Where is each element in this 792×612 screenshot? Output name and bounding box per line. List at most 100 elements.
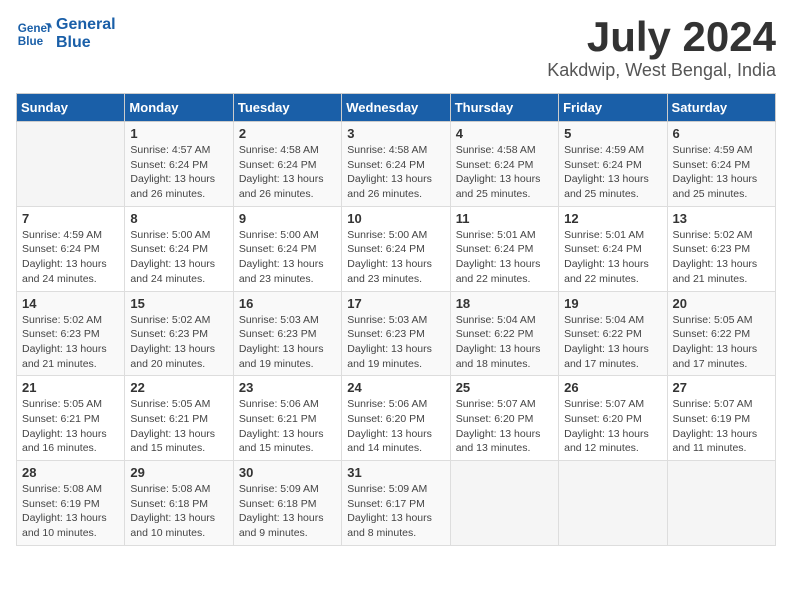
logo: General Blue General Blue (16, 16, 116, 52)
day-info: Sunrise: 5:02 AM Sunset: 6:23 PM Dayligh… (22, 313, 119, 372)
weekday-header-thursday: Thursday (450, 94, 558, 122)
day-info: Sunrise: 5:06 AM Sunset: 6:21 PM Dayligh… (239, 397, 336, 456)
day-info: Sunrise: 5:00 AM Sunset: 6:24 PM Dayligh… (239, 228, 336, 287)
calendar-cell: 9Sunrise: 5:00 AM Sunset: 6:24 PM Daylig… (233, 206, 341, 291)
day-info: Sunrise: 4:58 AM Sunset: 6:24 PM Dayligh… (347, 143, 444, 202)
day-number: 26 (564, 380, 661, 395)
day-number: 27 (673, 380, 770, 395)
calendar-cell: 4 Sunrise: 4:58 AM Sunset: 6:24 PM Daylig… (450, 122, 558, 207)
page-header: General Blue General Blue July 2024 Kakd… (16, 16, 776, 81)
calendar-cell: 17 Sunrise: 5:03 AM Sunset: 6:23 PM Dayli… (342, 291, 450, 376)
calendar-cell: 21Sunrise: 5:05 AM Sunset: 6:21 PM Dayli… (17, 376, 125, 461)
day-info: Sunrise: 5:09 AM Sunset: 6:17 PM Dayligh… (347, 482, 444, 541)
calendar-cell (667, 461, 775, 546)
day-number: 10 (347, 211, 444, 226)
weekday-header-wednesday: Wednesday (342, 94, 450, 122)
calendar-cell: 30Sunrise: 5:09 AM Sunset: 6:18 PM Dayli… (233, 461, 341, 546)
calendar-cell: 22 Sunrise: 5:05 AM Sunset: 6:21 PM Dayli… (125, 376, 233, 461)
day-number: 23 (239, 380, 336, 395)
weekday-header-sunday: Sunday (17, 94, 125, 122)
calendar-cell: 14 Sunrise: 5:02 AM Sunset: 6:23 PM Dayli… (17, 291, 125, 376)
weekday-header-friday: Friday (559, 94, 667, 122)
calendar-cell: 5 Sunrise: 4:59 AM Sunset: 6:24 PM Daylig… (559, 122, 667, 207)
day-info: Sunrise: 4:57 AM Sunset: 6:24 PM Dayligh… (130, 143, 227, 202)
day-info: Sunrise: 5:00 AM Sunset: 6:24 PM Dayligh… (130, 228, 227, 287)
day-info: Sunrise: 5:06 AM Sunset: 6:20 PM Dayligh… (347, 397, 444, 456)
title-block: July 2024 Kakdwip, West Bengal, India (547, 16, 776, 81)
day-number: 31 (347, 465, 444, 480)
day-info: Sunrise: 5:01 AM Sunset: 6:24 PM Dayligh… (456, 228, 553, 287)
day-number: 14 (22, 296, 119, 311)
calendar-cell: 20 Sunrise: 5:05 AM Sunset: 6:22 PM Dayli… (667, 291, 775, 376)
calendar-cell: 1Sunrise: 4:57 AM Sunset: 6:24 PM Daylig… (125, 122, 233, 207)
weekday-header-monday: Monday (125, 94, 233, 122)
calendar-cell: 27Sunrise: 5:07 AM Sunset: 6:19 PM Dayli… (667, 376, 775, 461)
weekday-header-row: SundayMondayTuesdayWednesdayThursdayFrid… (17, 94, 776, 122)
day-number: 18 (456, 296, 553, 311)
day-number: 5 (564, 126, 661, 141)
day-number: 8 (130, 211, 227, 226)
calendar-week-row: 7 Sunrise: 4:59 AM Sunset: 6:24 PM Daylig… (17, 206, 776, 291)
day-number: 15 (130, 296, 227, 311)
logo-blue: Blue (56, 34, 116, 52)
day-info: Sunrise: 4:59 AM Sunset: 6:24 PM Dayligh… (564, 143, 661, 202)
calendar-cell (450, 461, 558, 546)
day-number: 17 (347, 296, 444, 311)
calendar-cell: 29 Sunrise: 5:08 AM Sunset: 6:18 PM Dayli… (125, 461, 233, 546)
day-number: 25 (456, 380, 553, 395)
calendar-cell: 24 Sunrise: 5:06 AM Sunset: 6:20 PM Dayli… (342, 376, 450, 461)
calendar-cell: 15 Sunrise: 5:02 AM Sunset: 6:23 PM Dayli… (125, 291, 233, 376)
day-info: Sunrise: 5:02 AM Sunset: 6:23 PM Dayligh… (130, 313, 227, 372)
day-number: 7 (22, 211, 119, 226)
day-number: 24 (347, 380, 444, 395)
day-info: Sunrise: 5:05 AM Sunset: 6:21 PM Dayligh… (22, 397, 119, 456)
day-info: Sunrise: 5:01 AM Sunset: 6:24 PM Dayligh… (564, 228, 661, 287)
day-number: 6 (673, 126, 770, 141)
day-info: Sunrise: 5:09 AM Sunset: 6:18 PM Dayligh… (239, 482, 336, 541)
calendar-week-row: 14 Sunrise: 5:02 AM Sunset: 6:23 PM Dayli… (17, 291, 776, 376)
calendar-cell: 7 Sunrise: 4:59 AM Sunset: 6:24 PM Daylig… (17, 206, 125, 291)
calendar-cell: 6Sunrise: 4:59 AM Sunset: 6:24 PM Daylig… (667, 122, 775, 207)
day-info: Sunrise: 5:08 AM Sunset: 6:18 PM Dayligh… (130, 482, 227, 541)
day-number: 28 (22, 465, 119, 480)
day-info: Sunrise: 5:07 AM Sunset: 6:20 PM Dayligh… (564, 397, 661, 456)
day-number: 3 (347, 126, 444, 141)
day-info: Sunrise: 5:00 AM Sunset: 6:24 PM Dayligh… (347, 228, 444, 287)
day-number: 29 (130, 465, 227, 480)
calendar-cell: 10 Sunrise: 5:00 AM Sunset: 6:24 PM Dayli… (342, 206, 450, 291)
day-number: 11 (456, 211, 553, 226)
day-info: Sunrise: 5:03 AM Sunset: 6:23 PM Dayligh… (347, 313, 444, 372)
calendar-week-row: 1Sunrise: 4:57 AM Sunset: 6:24 PM Daylig… (17, 122, 776, 207)
day-info: Sunrise: 5:03 AM Sunset: 6:23 PM Dayligh… (239, 313, 336, 372)
calendar-week-row: 28 Sunrise: 5:08 AM Sunset: 6:19 PM Dayli… (17, 461, 776, 546)
calendar-cell: 8 Sunrise: 5:00 AM Sunset: 6:24 PM Daylig… (125, 206, 233, 291)
weekday-header-tuesday: Tuesday (233, 94, 341, 122)
day-number: 13 (673, 211, 770, 226)
calendar-cell (559, 461, 667, 546)
day-number: 22 (130, 380, 227, 395)
day-number: 19 (564, 296, 661, 311)
day-number: 2 (239, 126, 336, 141)
day-info: Sunrise: 5:07 AM Sunset: 6:20 PM Dayligh… (456, 397, 553, 456)
day-info: Sunrise: 4:58 AM Sunset: 6:24 PM Dayligh… (239, 143, 336, 202)
calendar-cell: 25 Sunrise: 5:07 AM Sunset: 6:20 PM Dayli… (450, 376, 558, 461)
calendar-table: SundayMondayTuesdayWednesdayThursdayFrid… (16, 93, 776, 546)
day-info: Sunrise: 4:58 AM Sunset: 6:24 PM Dayligh… (456, 143, 553, 202)
day-info: Sunrise: 5:05 AM Sunset: 6:21 PM Dayligh… (130, 397, 227, 456)
logo-general: General (56, 16, 116, 34)
day-info: Sunrise: 5:05 AM Sunset: 6:22 PM Dayligh… (673, 313, 770, 372)
day-info: Sunrise: 5:08 AM Sunset: 6:19 PM Dayligh… (22, 482, 119, 541)
day-number: 4 (456, 126, 553, 141)
calendar-week-row: 21Sunrise: 5:05 AM Sunset: 6:21 PM Dayli… (17, 376, 776, 461)
calendar-cell: 13Sunrise: 5:02 AM Sunset: 6:23 PM Dayli… (667, 206, 775, 291)
day-number: 20 (673, 296, 770, 311)
location-subtitle: Kakdwip, West Bengal, India (547, 60, 776, 81)
calendar-cell: 19 Sunrise: 5:04 AM Sunset: 6:22 PM Dayli… (559, 291, 667, 376)
day-info: Sunrise: 4:59 AM Sunset: 6:24 PM Dayligh… (22, 228, 119, 287)
month-year-title: July 2024 (547, 16, 776, 58)
calendar-cell: 18Sunrise: 5:04 AM Sunset: 6:22 PM Dayli… (450, 291, 558, 376)
logo-icon: General Blue (16, 16, 52, 52)
calendar-cell: 2 Sunrise: 4:58 AM Sunset: 6:24 PM Daylig… (233, 122, 341, 207)
day-info: Sunrise: 5:04 AM Sunset: 6:22 PM Dayligh… (564, 313, 661, 372)
day-number: 16 (239, 296, 336, 311)
